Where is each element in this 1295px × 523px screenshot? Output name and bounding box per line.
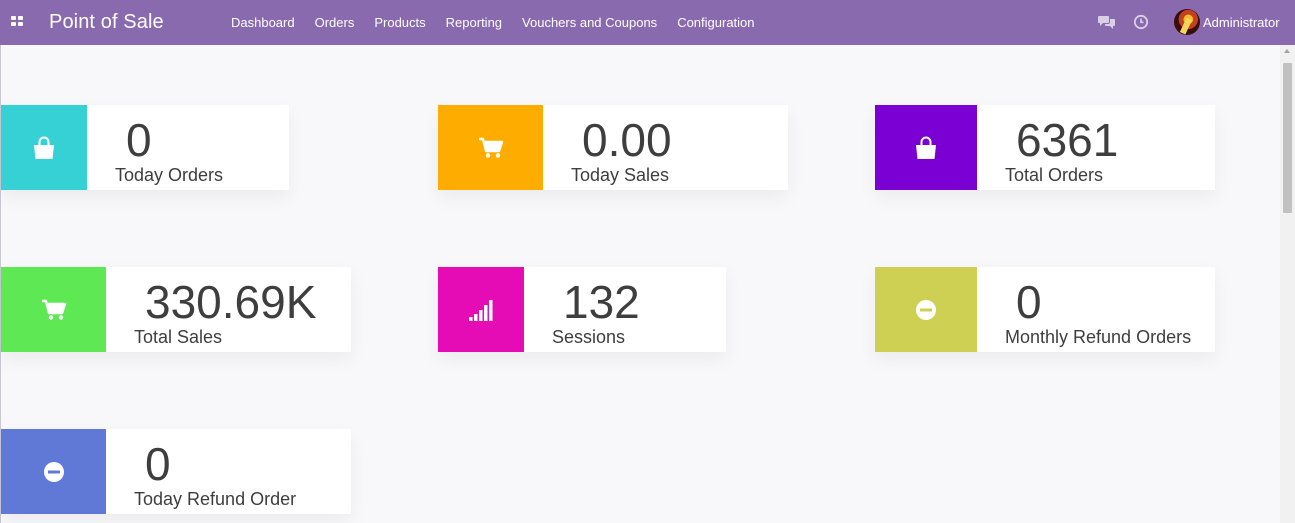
tile-label: Today Refund Order xyxy=(134,489,297,509)
shopping-bag-icon xyxy=(916,136,936,159)
menu-item-reporting[interactable]: Reporting xyxy=(436,0,512,45)
scroll-up-arrow-icon[interactable] xyxy=(1284,49,1290,53)
main-menu: Dashboard Orders Products Reporting Vouc… xyxy=(221,0,765,45)
top-navbar: Point of Sale Dashboard Orders Products … xyxy=(0,0,1295,45)
vertical-scrollbar[interactable] xyxy=(1280,45,1295,523)
tile-label: Total Orders xyxy=(1005,165,1104,185)
tile-total-sales[interactable]: 330.69K Total Sales xyxy=(1,267,351,352)
tile-value: 330.69K xyxy=(145,276,317,328)
menu-item-configuration[interactable]: Configuration xyxy=(667,0,764,45)
shopping-bag-icon xyxy=(34,136,54,159)
avatar xyxy=(1174,9,1200,35)
menu-item-orders[interactable]: Orders xyxy=(305,0,365,45)
app-title[interactable]: Point of Sale xyxy=(49,10,164,34)
minus-circle-icon xyxy=(916,299,936,320)
tile-value: 0 xyxy=(126,114,152,166)
tile-icon-box xyxy=(875,267,977,352)
signal-bars-icon xyxy=(469,299,493,321)
shopping-cart-icon xyxy=(41,299,66,320)
tile-label: Today Orders xyxy=(115,165,224,185)
menu-item-dashboard[interactable]: Dashboard xyxy=(221,0,305,45)
chat-icon[interactable] xyxy=(1098,14,1116,30)
tile-value: 0 xyxy=(145,438,171,490)
tile-label: Total Sales xyxy=(134,327,223,347)
user-menu[interactable]: Administrator xyxy=(1174,9,1280,35)
shopping-cart-icon xyxy=(478,137,503,158)
tile-icon-box xyxy=(1,105,87,190)
tile-label: Monthly Refund Orders xyxy=(1005,327,1192,347)
tile-total-orders[interactable]: 6361 Total Orders xyxy=(875,105,1215,190)
tile-icon-box xyxy=(1,267,106,352)
tile-icon-box xyxy=(1,429,106,514)
apps-grid-icon[interactable] xyxy=(11,16,23,27)
tile-monthly-refund-orders[interactable]: 0 Monthly Refund Orders xyxy=(875,267,1215,352)
clock-icon[interactable] xyxy=(1133,14,1149,30)
tile-value: 132 xyxy=(563,276,640,328)
tile-icon-box xyxy=(438,105,543,190)
minus-circle-icon xyxy=(43,461,64,482)
tile-icon-box xyxy=(438,267,524,352)
tile-value: 6361 xyxy=(1016,114,1119,166)
tile-today-sales[interactable]: 0.00 Today Sales xyxy=(438,105,788,190)
tile-sessions[interactable]: 132 Sessions xyxy=(438,267,726,352)
tile-today-refund-order[interactable]: 0 Today Refund Order xyxy=(1,429,351,514)
menu-item-products[interactable]: Products xyxy=(364,0,435,45)
user-name: Administrator xyxy=(1203,14,1280,30)
scrollbar-thumb[interactable] xyxy=(1283,63,1292,213)
tile-label: Today Sales xyxy=(571,165,670,185)
tile-icon-box xyxy=(875,105,977,190)
tile-value: 0 xyxy=(1016,276,1042,328)
menu-item-vouchers-and-coupons[interactable]: Vouchers and Coupons xyxy=(512,0,667,45)
tile-label: Sessions xyxy=(552,327,626,347)
tile-today-orders[interactable]: 0 Today Orders xyxy=(1,105,289,190)
tile-value: 0.00 xyxy=(582,114,672,166)
